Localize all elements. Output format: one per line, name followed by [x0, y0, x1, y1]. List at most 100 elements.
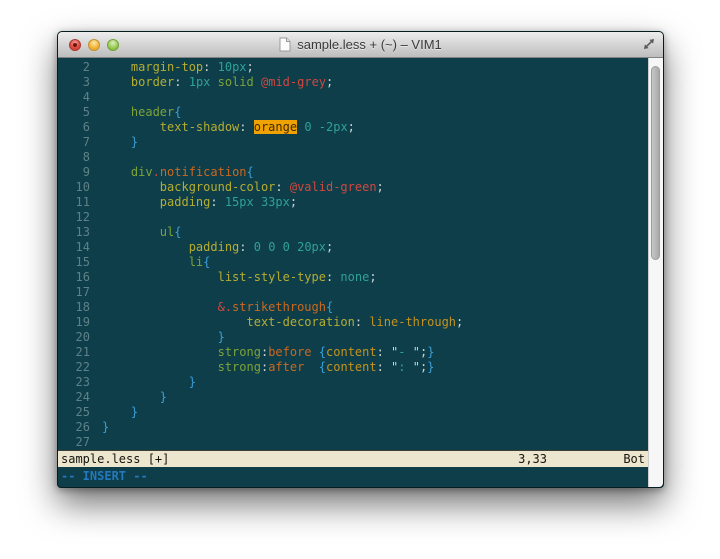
code-content	[102, 285, 648, 300]
code-content: }	[102, 375, 648, 390]
code-line: 16 list-style-type: none;	[58, 270, 648, 285]
vim-window: sample.less + (~) – VIM1 2 margin-top: 1…	[57, 31, 664, 488]
close-button[interactable]	[69, 39, 81, 51]
code-line: 23 }	[58, 375, 648, 390]
minimize-button[interactable]	[88, 39, 100, 51]
code-token: {	[319, 360, 326, 374]
line-number: 3	[58, 75, 90, 90]
code-token: ;	[369, 270, 376, 284]
code-content: }	[102, 390, 648, 405]
vim-status-bar: sample.less [+] 3,33 Bot	[58, 450, 648, 467]
title-bar[interactable]: sample.less + (~) – VIM1	[58, 32, 663, 58]
code-token: {	[319, 345, 326, 359]
code-token: ;	[247, 60, 254, 74]
code-content: li{	[102, 255, 648, 270]
line-number: 14	[58, 240, 90, 255]
code-token: :	[174, 75, 181, 89]
code-token: ;	[348, 120, 355, 134]
code-line: 21 strong:before {content: "- ";}	[58, 345, 648, 360]
code-line: 25 }	[58, 405, 648, 420]
code-content: }	[102, 405, 648, 420]
code-line: 3 border: 1px solid @mid-grey;	[58, 75, 648, 90]
code-content	[102, 150, 648, 165]
code-token: border	[131, 75, 174, 89]
code-token: list-style-type	[218, 270, 326, 284]
code-line: 19 text-decoration: line-through;	[58, 315, 648, 330]
code-token: }	[427, 360, 434, 374]
editor-column: 2 margin-top: 10px;3 border: 1px solid @…	[58, 58, 648, 487]
code-token: solid	[210, 75, 253, 89]
window-title: sample.less + (~) – VIM1	[297, 37, 442, 52]
code-token: :	[239, 120, 253, 134]
line-number: 9	[58, 165, 90, 180]
code-token: ;	[326, 240, 333, 254]
fullscreen-icon[interactable]	[642, 37, 656, 51]
code-line: 22 strong:after {content: ": ";}	[58, 360, 648, 375]
code-line: 24 }	[58, 390, 648, 405]
code-line: 12	[58, 210, 648, 225]
code-token: -	[398, 345, 412, 359]
code-token: none	[333, 270, 369, 284]
code-content: text-decoration: line-through;	[102, 315, 648, 330]
line-number: 23	[58, 375, 90, 390]
code-content: border: 1px solid @mid-grey;	[102, 75, 648, 90]
line-number: 10	[58, 180, 90, 195]
line-number: 19	[58, 315, 90, 330]
code-token: text-shadow	[160, 120, 239, 134]
line-number: 18	[58, 300, 90, 315]
line-number: 27	[58, 435, 90, 450]
code-line: 26}	[58, 420, 648, 435]
code-token: notification	[160, 165, 247, 179]
code-token: {	[247, 165, 254, 179]
code-token: strong	[218, 345, 261, 359]
code-token: text-decoration	[247, 315, 355, 329]
code-token: padding	[189, 240, 240, 254]
code-token: div	[131, 165, 153, 179]
scrollbar-thumb[interactable]	[651, 66, 660, 260]
code-token: @mid-grey	[254, 75, 326, 89]
code-token: {	[203, 255, 210, 269]
code-line: 6 text-shadow: orange 0 -2px;	[58, 120, 648, 135]
line-number: 8	[58, 150, 90, 165]
code-content: &.strikethrough{	[102, 300, 648, 315]
code-line: 4	[58, 90, 648, 105]
code-token: li	[189, 255, 203, 269]
zoom-button[interactable]	[107, 39, 119, 51]
line-number: 26	[58, 420, 90, 435]
code-content	[102, 90, 648, 105]
line-number: 4	[58, 90, 90, 105]
code-token: after	[268, 360, 304, 374]
code-token: }	[102, 420, 109, 434]
vertical-scrollbar[interactable]	[648, 58, 663, 487]
code-line: 13 ul{	[58, 225, 648, 240]
line-number: 12	[58, 210, 90, 225]
code-content: div.notification{	[102, 165, 648, 180]
code-editor[interactable]: 2 margin-top: 10px;3 border: 1px solid @…	[58, 58, 648, 450]
code-content: }	[102, 330, 648, 345]
line-number: 2	[58, 60, 90, 75]
code-token: }	[131, 135, 138, 149]
code-token: {	[326, 300, 333, 314]
code-token: &.	[218, 300, 232, 314]
status-ruler: 3,33	[518, 451, 547, 468]
code-line: 18 &.strikethrough{	[58, 300, 648, 315]
insert-mode-indicator: -- INSERT --	[61, 469, 148, 483]
code-token: ";	[413, 360, 427, 374]
code-token: content	[326, 345, 377, 359]
code-token: strikethrough	[232, 300, 326, 314]
code-token: 10px	[210, 60, 246, 74]
code-line: 15 li{	[58, 255, 648, 270]
vim-command-line: -- INSERT --	[58, 467, 648, 487]
code-token: :	[239, 240, 246, 254]
code-token	[304, 360, 318, 374]
window-title-area: sample.less + (~) – VIM1	[279, 37, 442, 52]
code-line: 11 padding: 15px 33px;	[58, 195, 648, 210]
code-token: : "	[377, 345, 399, 359]
line-number: 17	[58, 285, 90, 300]
code-line: 27	[58, 435, 648, 450]
code-token: ;	[377, 180, 384, 194]
code-content: padding: 15px 33px;	[102, 195, 648, 210]
code-token: header	[131, 105, 174, 119]
line-number: 11	[58, 195, 90, 210]
code-content	[102, 435, 648, 450]
